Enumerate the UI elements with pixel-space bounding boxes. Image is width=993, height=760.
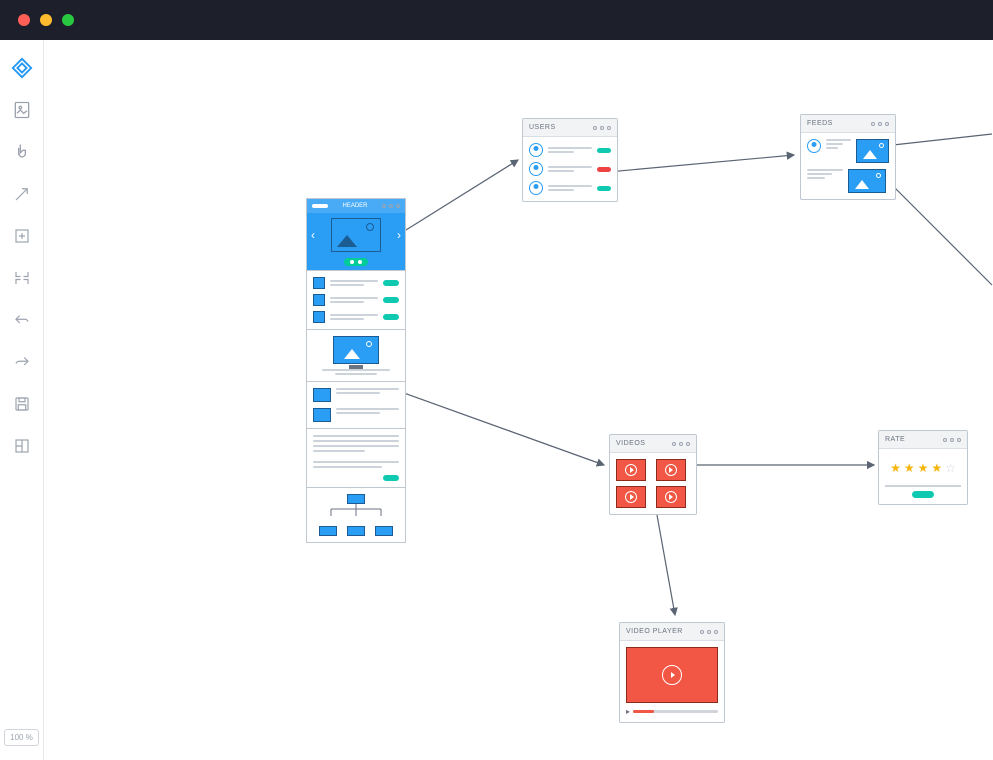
main-list-section bbox=[307, 271, 405, 330]
arrow-tool[interactable] bbox=[10, 182, 34, 206]
window-controls-icon bbox=[593, 126, 611, 130]
pointer-tool[interactable] bbox=[10, 140, 34, 164]
layout-tool[interactable] bbox=[10, 434, 34, 458]
users-title: USERS bbox=[529, 124, 556, 131]
feeds-window[interactable]: FEEDS bbox=[800, 114, 896, 200]
star-icon: ★ bbox=[918, 461, 929, 475]
avatar-icon bbox=[529, 143, 543, 157]
hero-image-placeholder bbox=[331, 218, 381, 252]
image-thumb-icon bbox=[313, 408, 331, 422]
window-close-button[interactable] bbox=[18, 14, 30, 26]
main-hero-section: HEADER ‹ › bbox=[307, 199, 405, 271]
connection-feeds-right-2 bbox=[891, 184, 992, 285]
play-small-icon: ▸ bbox=[626, 707, 630, 716]
sitemap-node-icon bbox=[375, 526, 393, 536]
avatar-icon bbox=[529, 162, 543, 176]
window-minimize-button[interactable] bbox=[40, 14, 52, 26]
video-screen[interactable] bbox=[626, 647, 718, 703]
zoom-control[interactable]: 100 % bbox=[4, 729, 39, 746]
main-thumb-section bbox=[307, 382, 405, 429]
play-icon bbox=[662, 665, 682, 685]
image-thumb-icon bbox=[848, 169, 886, 193]
star-icon: ☆ bbox=[945, 461, 956, 475]
undo-tool[interactable] bbox=[10, 308, 34, 332]
connection-videos-player bbox=[657, 515, 675, 615]
carousel-dots[interactable] bbox=[344, 258, 368, 266]
feeds-title: FEEDS bbox=[807, 120, 833, 127]
avatar-icon bbox=[529, 181, 543, 195]
video-thumb[interactable] bbox=[616, 459, 646, 481]
play-icon bbox=[625, 464, 637, 476]
page-tool[interactable] bbox=[10, 98, 34, 122]
list-item bbox=[313, 277, 399, 289]
playback-bar[interactable]: ▸ bbox=[626, 707, 718, 716]
hero-title: HEADER bbox=[342, 203, 367, 209]
sitemap-node-icon bbox=[347, 526, 365, 536]
rate-title: RATE bbox=[885, 436, 905, 443]
image-thumb-icon bbox=[856, 139, 890, 163]
image-thumb-icon bbox=[313, 388, 331, 402]
videos-title: VIDEOS bbox=[616, 440, 645, 447]
window-controls-icon bbox=[943, 438, 961, 442]
star-icon: ★ bbox=[931, 461, 942, 475]
canvas[interactable]: HEADER ‹ › bbox=[44, 40, 993, 760]
main-text-section bbox=[307, 429, 405, 488]
window-controls-icon bbox=[700, 630, 718, 634]
play-icon bbox=[665, 491, 677, 503]
redo-tool[interactable] bbox=[10, 350, 34, 374]
main-monitor-section bbox=[307, 330, 405, 382]
carousel-next-icon[interactable]: › bbox=[397, 228, 401, 242]
video-thumb[interactable] bbox=[656, 486, 686, 508]
avatar-icon bbox=[807, 139, 821, 153]
user-row bbox=[529, 162, 611, 176]
window-maximize-button[interactable] bbox=[62, 14, 74, 26]
status-badge bbox=[597, 186, 611, 191]
sitemap-node-icon bbox=[319, 526, 337, 536]
connection-monitor-videos bbox=[379, 384, 604, 465]
cta-button[interactable] bbox=[383, 475, 399, 481]
video-player-window[interactable]: VIDEO PLAYER ▸ bbox=[619, 622, 725, 723]
video-thumb[interactable] bbox=[616, 486, 646, 508]
main-sitemap-section bbox=[307, 488, 405, 542]
connection-feeds-right-1 bbox=[893, 134, 992, 145]
hero-menu-icon bbox=[312, 204, 328, 208]
carousel-prev-icon[interactable]: ‹ bbox=[311, 228, 315, 242]
status-badge bbox=[597, 148, 611, 153]
users-window[interactable]: USERS bbox=[522, 118, 618, 202]
feed-row bbox=[807, 139, 889, 163]
video-thumb[interactable] bbox=[656, 459, 686, 481]
titlebar bbox=[0, 0, 993, 40]
play-icon bbox=[625, 491, 637, 503]
window-controls-icon bbox=[672, 442, 690, 446]
user-row bbox=[529, 143, 611, 157]
list-item bbox=[313, 388, 399, 402]
connection-users-feeds bbox=[597, 155, 794, 173]
status-badge bbox=[597, 167, 611, 172]
play-icon bbox=[665, 464, 677, 476]
star-rating[interactable]: ★ ★ ★ ★ ☆ bbox=[885, 455, 961, 481]
wireframe-tool[interactable] bbox=[10, 56, 34, 80]
monitor-icon bbox=[333, 336, 379, 364]
sitemap-node-icon bbox=[347, 494, 365, 504]
videos-window[interactable]: VIDEOS bbox=[609, 434, 697, 515]
connection-hero-users bbox=[406, 160, 518, 230]
star-icon: ★ bbox=[890, 461, 901, 475]
add-frame-tool[interactable] bbox=[10, 224, 34, 248]
list-item bbox=[313, 294, 399, 306]
list-item bbox=[313, 311, 399, 323]
toolbar: 100 % bbox=[0, 40, 44, 760]
window-controls-icon bbox=[871, 122, 889, 126]
video-player-title: VIDEO PLAYER bbox=[626, 628, 683, 635]
save-tool[interactable] bbox=[10, 392, 34, 416]
feed-row bbox=[807, 169, 889, 193]
main-page[interactable]: HEADER ‹ › bbox=[306, 198, 406, 543]
user-row bbox=[529, 181, 611, 195]
zoom-label: 100 % bbox=[10, 733, 33, 742]
progress-track[interactable] bbox=[633, 710, 718, 713]
submit-button[interactable] bbox=[912, 491, 934, 498]
star-icon: ★ bbox=[904, 461, 915, 475]
list-item bbox=[313, 408, 399, 422]
rate-window[interactable]: RATE ★ ★ ★ ★ ☆ bbox=[878, 430, 968, 505]
crop-tool[interactable] bbox=[10, 266, 34, 290]
